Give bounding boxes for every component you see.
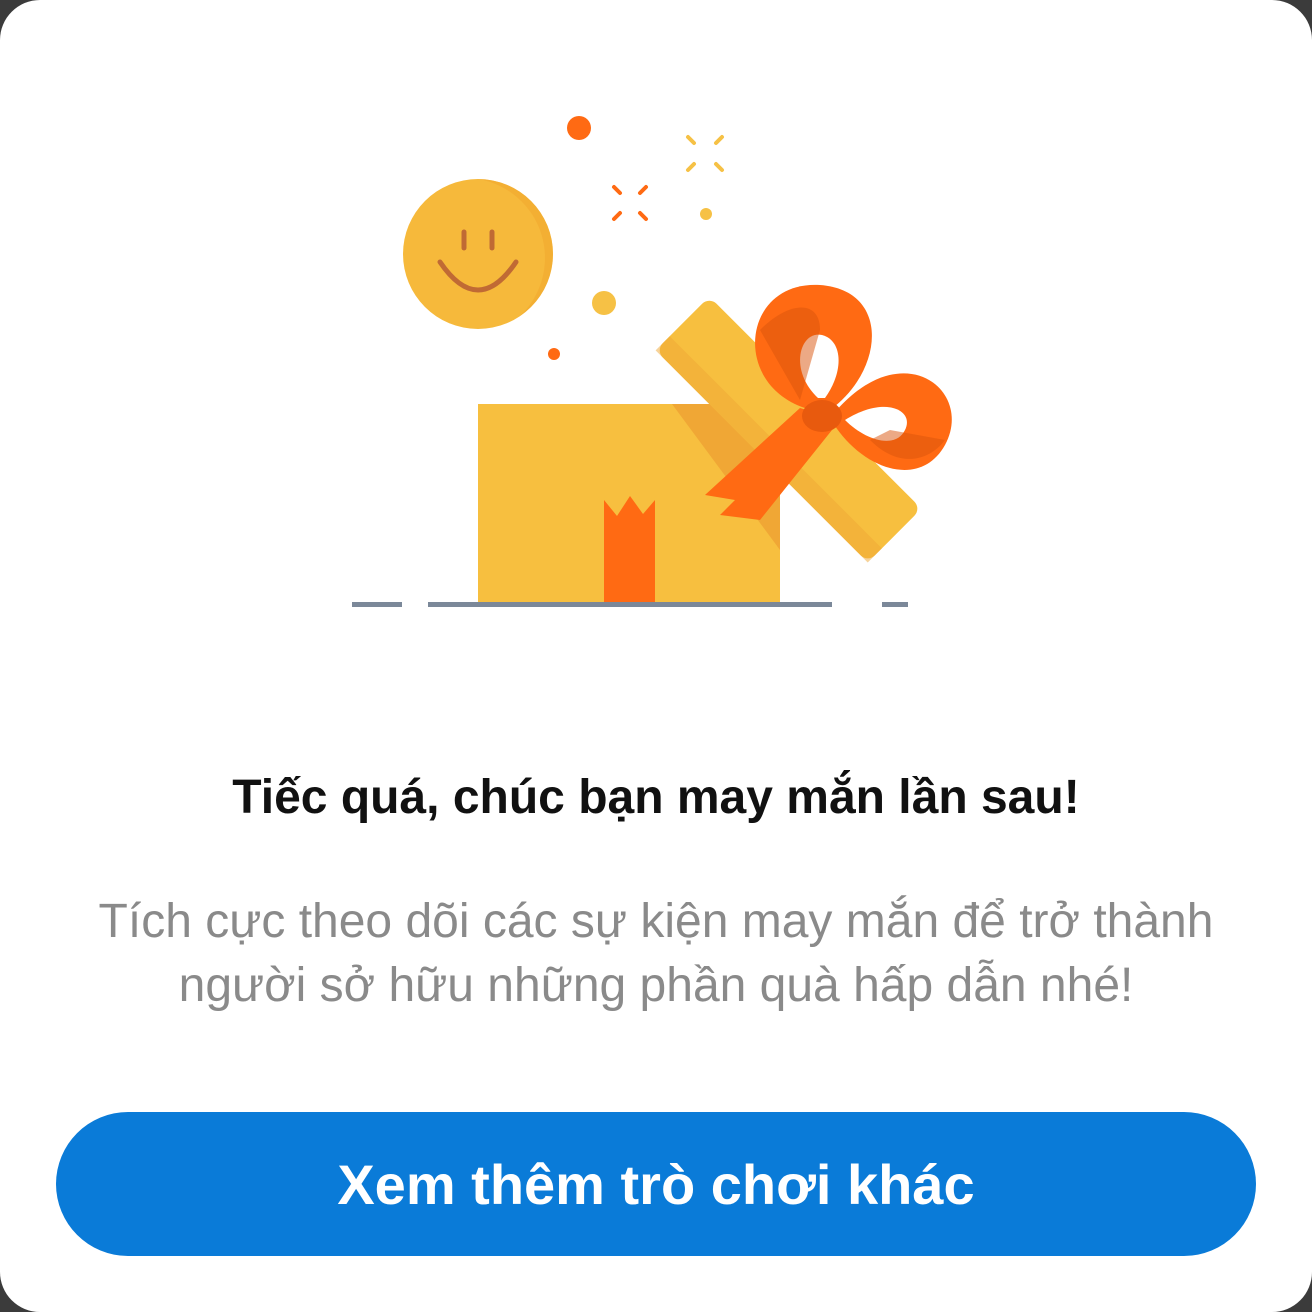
result-title: Tiếc quá, chúc bạn may mắn lần sau! <box>232 771 1080 824</box>
smiley-icon <box>403 179 553 329</box>
gift-illustration <box>352 116 952 607</box>
result-message: Tích cực theo dõi các sự kiện may mắn để… <box>98 895 1214 1012</box>
ground-line <box>352 602 908 607</box>
more-games-button[interactable]: Xem thêm trò chơi khác <box>56 1112 1256 1256</box>
result-dialog: Tiếc quá, chúc bạn may mắn lần sau! Tích… <box>0 0 1312 1312</box>
